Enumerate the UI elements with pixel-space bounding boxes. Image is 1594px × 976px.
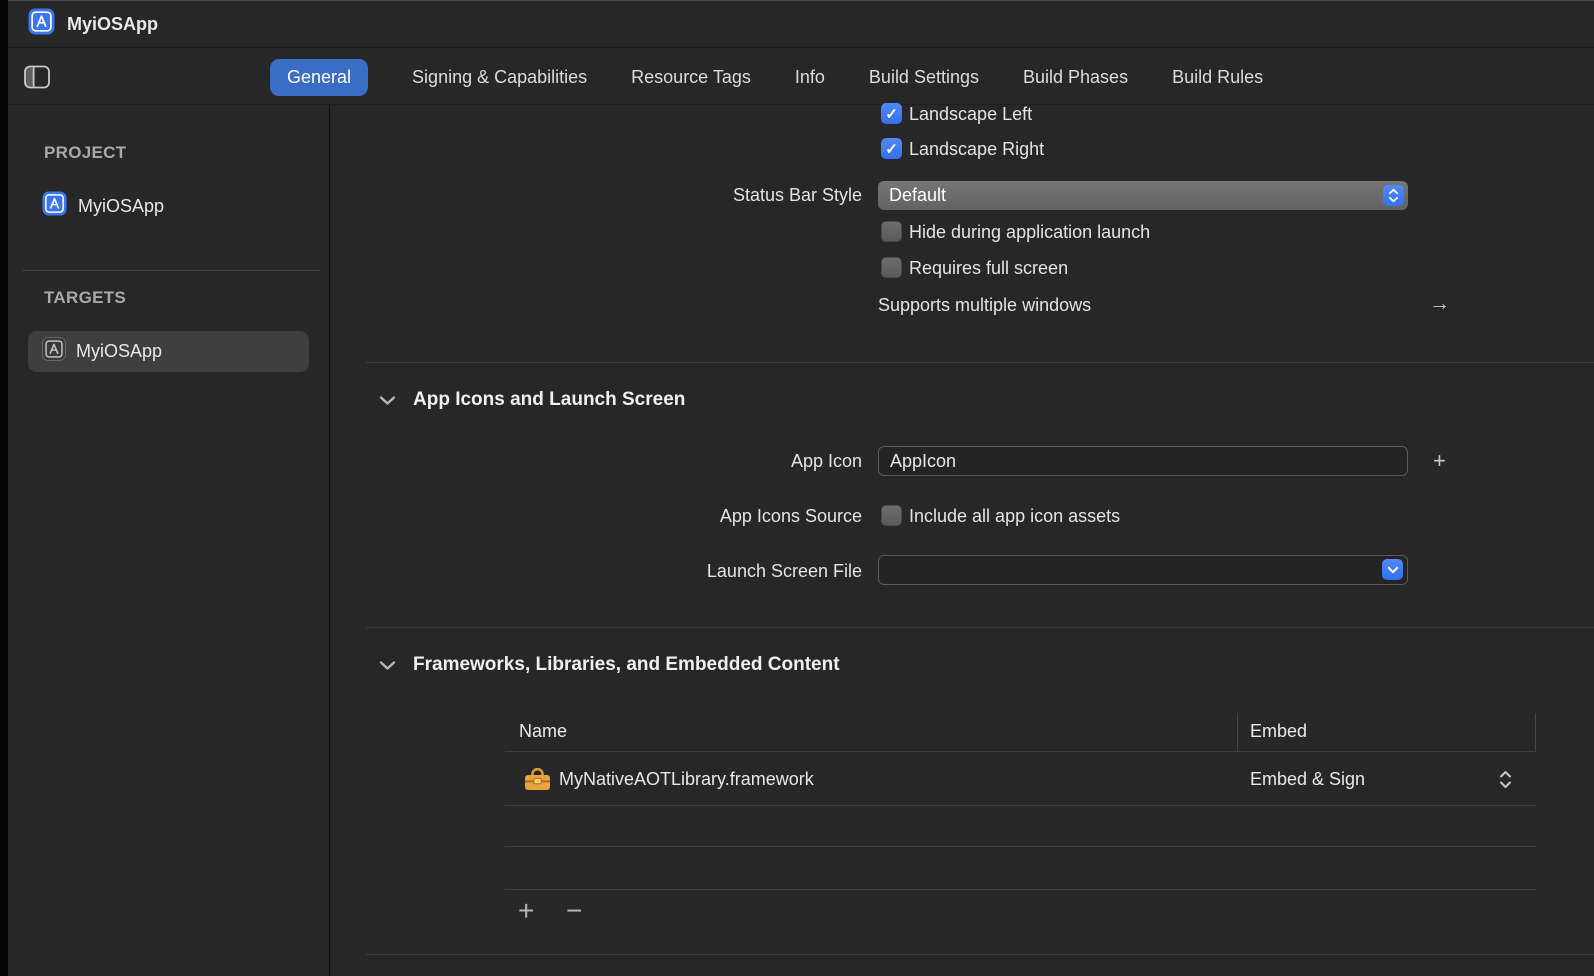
tab-bar: General Signing & Capabilities Resource … [8, 49, 1594, 105]
launch-screen-file-combo[interactable] [878, 555, 1408, 585]
tab-strip: General Signing & Capabilities Resource … [270, 49, 1263, 105]
section-divider [366, 627, 1594, 628]
embed-updown-chevron-icon[interactable] [1499, 770, 1512, 794]
landscape-left-checkbox[interactable]: ✓ [881, 103, 902, 124]
sidebar-item-target[interactable]: MyiOSApp [28, 331, 309, 372]
sidebar-item-project[interactable]: MyiOSApp [42, 191, 164, 221]
window-left-edge [0, 0, 8, 976]
column-header-embed[interactable]: Embed [1250, 721, 1307, 742]
app-icon-value: AppIcon [890, 451, 956, 471]
tab-info[interactable]: Info [795, 67, 825, 88]
app-icons-section-title: App Icons and Launch Screen [413, 389, 685, 411]
launch-screen-file-label: Launch Screen File [707, 561, 862, 582]
column-header-name[interactable]: Name [519, 721, 567, 742]
requires-full-screen-label: Requires full screen [909, 258, 1068, 279]
add-app-icon-button[interactable]: + [1433, 448, 1446, 474]
project-navigator-sidebar: PROJECT MyiOSApp TARGETS MyiOSApp [8, 105, 330, 976]
popup-updown-icon [1383, 185, 1404, 206]
frameworks-section-title: Frameworks, Libraries, and Embedded Cont… [413, 654, 840, 676]
check-icon: ✓ [885, 140, 898, 158]
arrow-right-icon[interactable]: → [1429, 292, 1450, 316]
targets-section-header: TARGETS [44, 288, 126, 308]
tab-general[interactable]: General [270, 59, 368, 96]
window-title: MyiOSApp [67, 14, 158, 35]
section-divider [366, 362, 1594, 363]
sidebar-toggle-icon[interactable] [24, 65, 50, 89]
include-all-app-icon-assets-label: Include all app icon assets [909, 506, 1120, 527]
titlebar: MyiOSApp [8, 1, 1594, 48]
requires-full-screen-checkbox[interactable] [881, 257, 902, 278]
table-bottom-divider [505, 889, 1536, 890]
xcode-window: MyiOSApp General Signing & Capabilities … [0, 0, 1594, 976]
tab-build-rules[interactable]: Build Rules [1172, 67, 1263, 88]
sidebar-project-label: MyiOSApp [78, 196, 164, 217]
column-divider [1535, 713, 1536, 751]
remove-framework-button[interactable]: − [566, 897, 582, 925]
app-icon-label: App Icon [791, 451, 862, 472]
project-icon [42, 191, 67, 221]
combo-chevron-down-icon[interactable] [1382, 559, 1403, 580]
landscape-left-label: Landscape Left [909, 104, 1032, 125]
chevron-down-icon[interactable] [379, 658, 396, 676]
landscape-right-checkbox[interactable]: ✓ [881, 138, 902, 159]
app-project-icon [28, 8, 55, 40]
status-bar-style-value: Default [889, 185, 946, 205]
column-divider[interactable] [1237, 713, 1238, 751]
tab-build-settings[interactable]: Build Settings [869, 67, 979, 88]
sidebar-divider [22, 270, 320, 271]
supports-multiple-windows-label: Supports multiple windows [878, 295, 1091, 316]
framework-name: MyNativeAOTLibrary.framework [559, 769, 814, 790]
target-app-icon [42, 337, 66, 366]
chevron-down-icon[interactable] [379, 393, 396, 411]
hide-during-launch-checkbox[interactable] [881, 221, 902, 242]
sidebar-target-label: MyiOSApp [76, 341, 162, 362]
project-section-header: PROJECT [44, 143, 126, 163]
table-row-divider [505, 805, 1536, 806]
tab-signing-capabilities[interactable]: Signing & Capabilities [412, 67, 587, 88]
include-all-app-icon-assets-checkbox[interactable] [881, 505, 902, 526]
status-bar-style-popup[interactable]: Default [878, 181, 1408, 210]
status-bar-style-label: Status Bar Style [733, 185, 862, 206]
landscape-right-label: Landscape Right [909, 139, 1044, 160]
tab-resource-tags[interactable]: Resource Tags [631, 67, 751, 88]
hide-during-launch-label: Hide during application launch [909, 222, 1150, 243]
toolbox-icon [524, 767, 551, 797]
tab-build-phases[interactable]: Build Phases [1023, 67, 1128, 88]
check-icon: ✓ [885, 105, 898, 123]
app-icon-field[interactable]: AppIcon [878, 446, 1408, 476]
app-icons-source-label: App Icons Source [720, 506, 862, 527]
embed-setting-value[interactable]: Embed & Sign [1250, 769, 1365, 790]
table-header-divider [505, 751, 1536, 752]
table-row-divider [505, 846, 1536, 847]
add-framework-button[interactable]: + [518, 897, 534, 925]
section-divider [366, 954, 1594, 955]
